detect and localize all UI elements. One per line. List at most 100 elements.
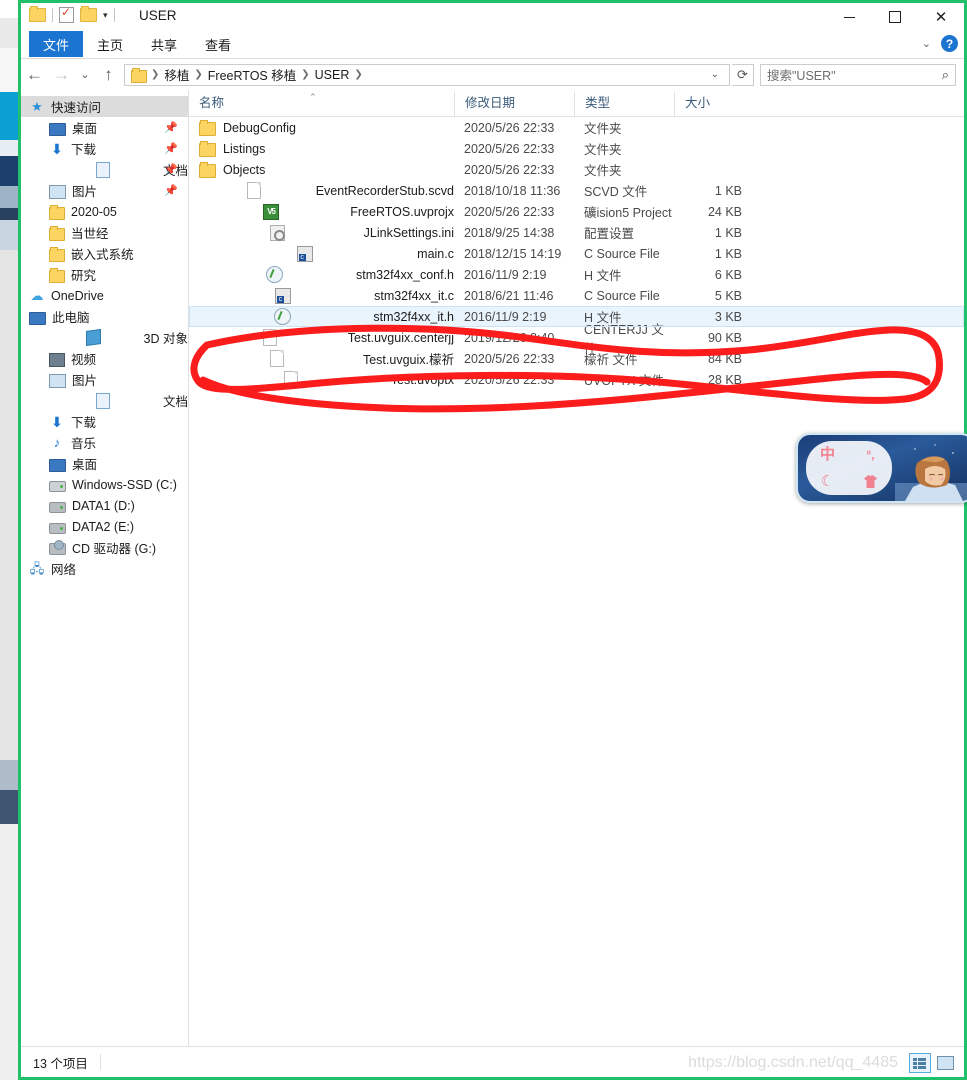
sidebar-item-16[interactable]: ♪ 音乐: [21, 432, 188, 453]
sidebar-item-15[interactable]: ⬇ 下载: [21, 411, 188, 432]
sidebar-item-9[interactable]: ☁ OneDrive: [21, 285, 188, 306]
pin-icon[interactable]: 📌: [164, 163, 178, 176]
breadcrumb-item-2[interactable]: USER: [311, 68, 354, 82]
ime-status-widget[interactable]: 中 °, ☾: [796, 433, 967, 503]
sidebar-item-4[interactable]: 图片 📌: [21, 180, 188, 201]
column-header-type[interactable]: 类型: [574, 92, 674, 116]
recent-locations-button[interactable]: ⌄: [75, 62, 95, 88]
table-row[interactable]: Objects 2020/5/26 22:33 文件夹: [189, 159, 964, 180]
table-row[interactable]: stm32f4xx_it.c 2018/6/21 11:46 C Source Fi…: [189, 285, 964, 306]
sidebar-item-label: OneDrive: [51, 288, 104, 303]
details-view-button[interactable]: [909, 1053, 931, 1073]
drive-system-icon: [49, 481, 66, 492]
table-row[interactable]: main.c 2018/12/15 14:19 C Source File 1 KB: [189, 243, 964, 264]
sidebar-item-12[interactable]: 视频: [21, 348, 188, 369]
table-row[interactable]: stm32f4xx_conf.h 2016/11/9 2:19 H 文件 6 KB: [189, 264, 964, 285]
sidebar-item-label: 图片: [72, 185, 98, 199]
sidebar-item-19[interactable]: DATA1 (D:): [21, 495, 188, 516]
file-name-cell: Objects: [189, 161, 454, 178]
sidebar-item-2[interactable]: ⬇ 下载 📌: [21, 138, 188, 159]
background-window-sliver[interactable]: [0, 0, 18, 1080]
chevron-down-icon[interactable]: ▾: [103, 10, 108, 20]
maximize-button[interactable]: [872, 3, 918, 31]
table-row[interactable]: V5 FreeRTOS.uvprojx 2020/5/26 22:33 礦ision5…: [189, 201, 964, 222]
sidebar-item-3[interactable]: 文档 📌: [21, 159, 188, 180]
minimize-button[interactable]: [826, 3, 872, 31]
column-headers: ⌃ 名称 修改日期 类型 大小: [189, 90, 964, 117]
sidebar-item-20[interactable]: DATA2 (E:): [21, 516, 188, 537]
sidebar-item-8[interactable]: 研究: [21, 264, 188, 285]
tab-share[interactable]: 共享: [137, 31, 191, 57]
sidebar-item-14[interactable]: 文档: [21, 390, 188, 411]
pin-icon[interactable]: 📌: [164, 121, 178, 134]
table-row[interactable]: DebugConfig 2020/5/26 22:33 文件夹: [189, 117, 964, 138]
sidebar-item-6[interactable]: 当世经: [21, 222, 188, 243]
file-list-pane[interactable]: ⌃ 名称 修改日期 类型 大小 DebugConfig 2020/5/26 22:…: [189, 90, 964, 1047]
up-button[interactable]: ↑: [95, 62, 122, 88]
large-icons-view-button[interactable]: [934, 1053, 956, 1073]
ime-mode-chinese-icon[interactable]: 中: [820, 447, 835, 462]
sidebar-item-5[interactable]: 2020-05: [21, 201, 188, 222]
file-name-cell: Test.uvoptx: [189, 371, 454, 388]
sidebar-item-label: 图片: [72, 374, 98, 388]
help-button[interactable]: ?: [941, 35, 958, 52]
cd-drive-icon: [49, 540, 66, 555]
download-icon: ⬇: [51, 413, 63, 430]
file-date-cell: 2018/12/15 14:19: [464, 246, 562, 261]
navigation-pane[interactable]: ★ 快速访问 桌面 📌 ⬇ 下载 📌 文档 📌 图片 📌 2020-05 当世经 嵌入式系统 研究 ☁ OneD…: [21, 90, 189, 1047]
breadcrumb[interactable]: ❯ 移植 ❯ FreeRTOS 移植 ❯ USER ❯ ⌄: [124, 63, 730, 86]
title-bar: ▾ USER ✕: [21, 3, 964, 31]
ime-punctuation-icon[interactable]: °,: [866, 449, 874, 461]
sidebar-item-18[interactable]: Windows-SSD (C:): [21, 474, 188, 495]
file-name: Test.uvoptx: [390, 372, 454, 387]
properties-icon[interactable]: [59, 5, 74, 23]
back-button[interactable]: ←: [21, 62, 48, 88]
sidebar-item-11[interactable]: 3D 对象: [21, 327, 188, 348]
pin-icon[interactable]: 📌: [164, 142, 178, 155]
table-row[interactable]: EventRecorderStub.scvd 2018/10/18 11:36 SC…: [189, 180, 964, 201]
chevron-down-icon[interactable]: ⌄: [705, 69, 725, 80]
table-row[interactable]: JLinkSettings.ini 2018/9/25 14:38 配置设置 1 KB: [189, 222, 964, 243]
column-header-size[interactable]: 大小: [674, 92, 754, 116]
column-header-name[interactable]: ⌃ 名称: [189, 92, 454, 116]
chevron-down-icon[interactable]: ⌄: [922, 37, 931, 50]
ime-skin-shirt-icon[interactable]: [863, 474, 878, 489]
file-name: DebugConfig: [223, 120, 296, 135]
table-row[interactable]: Test.uvguix.centerjj 2019/12/26 8:40 CENTE…: [189, 323, 964, 356]
monitor-icon: [49, 122, 66, 136]
table-row[interactable]: Test.uvguix.檬祈 2020/5/26 22:33 檬祈 文件 84 KB: [189, 348, 964, 369]
folder-icon: [49, 225, 65, 241]
forward-button[interactable]: →: [48, 62, 75, 88]
table-row[interactable]: Listings 2020/5/26 22:33 文件夹: [189, 138, 964, 159]
file-name: FreeRTOS.uvprojx: [350, 204, 454, 219]
sidebar-item-22[interactable]: 🖧 网络: [21, 558, 188, 579]
sidebar-item-1[interactable]: 桌面 📌: [21, 117, 188, 138]
folder-icon[interactable]: [29, 6, 46, 22]
sidebar-item-17[interactable]: 桌面: [21, 453, 188, 474]
file-date-cell: 2020/5/26 22:33: [464, 372, 555, 387]
breadcrumb-item-1[interactable]: FreeRTOS 移植: [204, 65, 300, 84]
search-input[interactable]: 搜索"USER" ⌕: [760, 63, 956, 86]
table-row[interactable]: Test.uvoptx 2020/5/26 22:33 UVOPTX 文件 28 KB: [189, 369, 964, 390]
sidebar-item-7[interactable]: 嵌入式系统: [21, 243, 188, 264]
pin-icon[interactable]: 📌: [164, 184, 178, 197]
ime-key-panel[interactable]: 中 °, ☾: [806, 441, 892, 495]
ime-moon-icon[interactable]: ☾: [821, 474, 834, 489]
folder-icon: [49, 204, 65, 220]
tab-file[interactable]: 文件: [29, 31, 84, 57]
breadcrumb-item-0[interactable]: 移植: [160, 65, 193, 84]
sidebar-item-label: Windows-SSD (C:): [72, 477, 177, 492]
folder-icon: [131, 67, 147, 83]
file-type-cell: C Source File: [584, 288, 660, 303]
star-icon: ★: [31, 98, 43, 114]
sidebar-item-21[interactable]: CD 驱动器 (G:): [21, 537, 188, 558]
refresh-button[interactable]: ⟳: [732, 63, 754, 86]
sidebar-item-13[interactable]: 图片: [21, 369, 188, 390]
column-header-date[interactable]: 修改日期: [454, 92, 574, 116]
new-folder-icon[interactable]: [80, 6, 97, 22]
tab-view[interactable]: 查看: [191, 31, 245, 57]
sidebar-item-0[interactable]: ★ 快速访问: [21, 96, 188, 117]
close-button[interactable]: ✕: [918, 3, 964, 31]
sidebar-item-10[interactable]: 此电脑: [21, 306, 188, 327]
tab-home[interactable]: 主页: [83, 31, 137, 57]
